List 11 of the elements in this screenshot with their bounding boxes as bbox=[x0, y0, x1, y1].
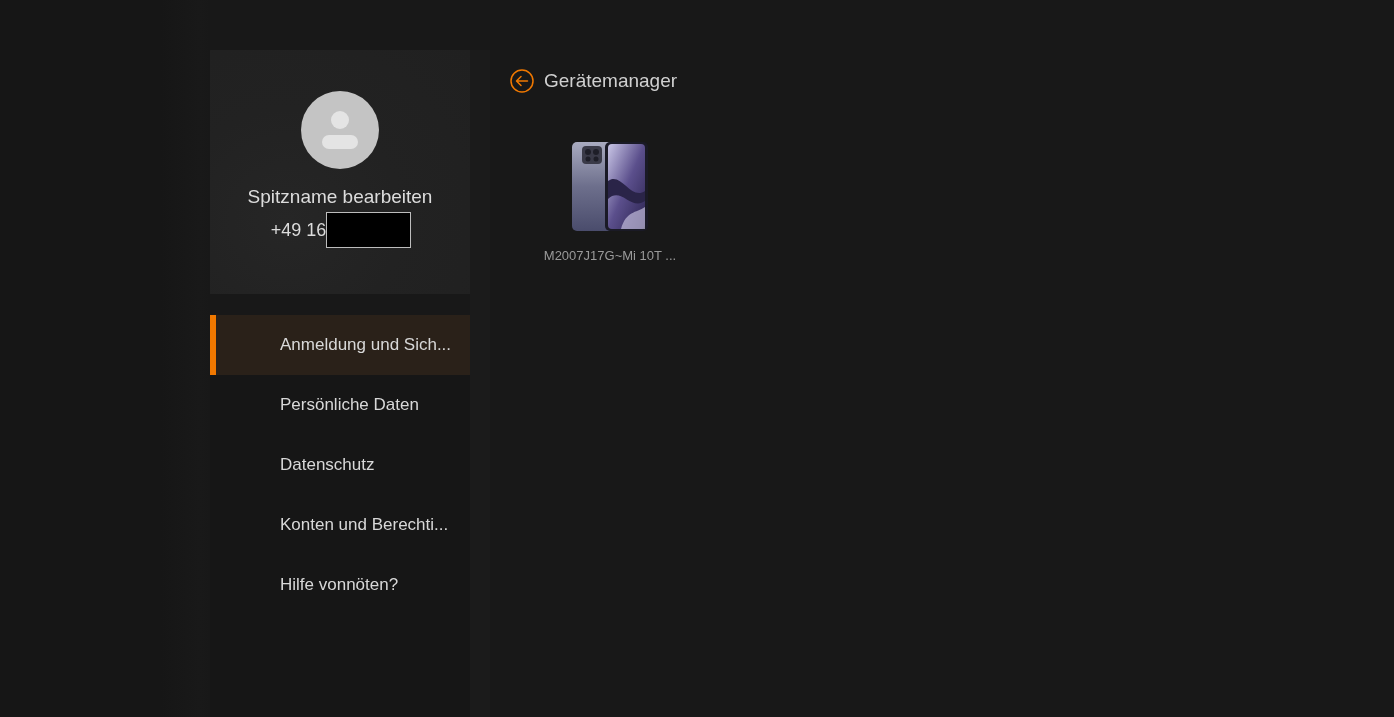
avatar-icon bbox=[301, 91, 379, 169]
sidebar-item[interactable]: Datenschutz bbox=[210, 435, 470, 495]
edit-nickname-link[interactable]: Spitzname bearbeiten bbox=[247, 186, 433, 208]
sidebar-item[interactable]: Persönliche Daten bbox=[210, 375, 470, 435]
sidebar-item[interactable]: Hilfe vonnöten? bbox=[210, 555, 470, 615]
sidebar-item[interactable]: Anmeldung und Sich... bbox=[210, 315, 470, 375]
back-button[interactable] bbox=[510, 69, 534, 93]
page-title: Gerätemanager bbox=[544, 69, 678, 93]
phone-number: +49 16 bbox=[270, 219, 327, 241]
device-name: M2007J17G~Mi 10T ... bbox=[543, 248, 677, 264]
sidebar-item[interactable]: Konten und Berechti... bbox=[210, 495, 470, 555]
